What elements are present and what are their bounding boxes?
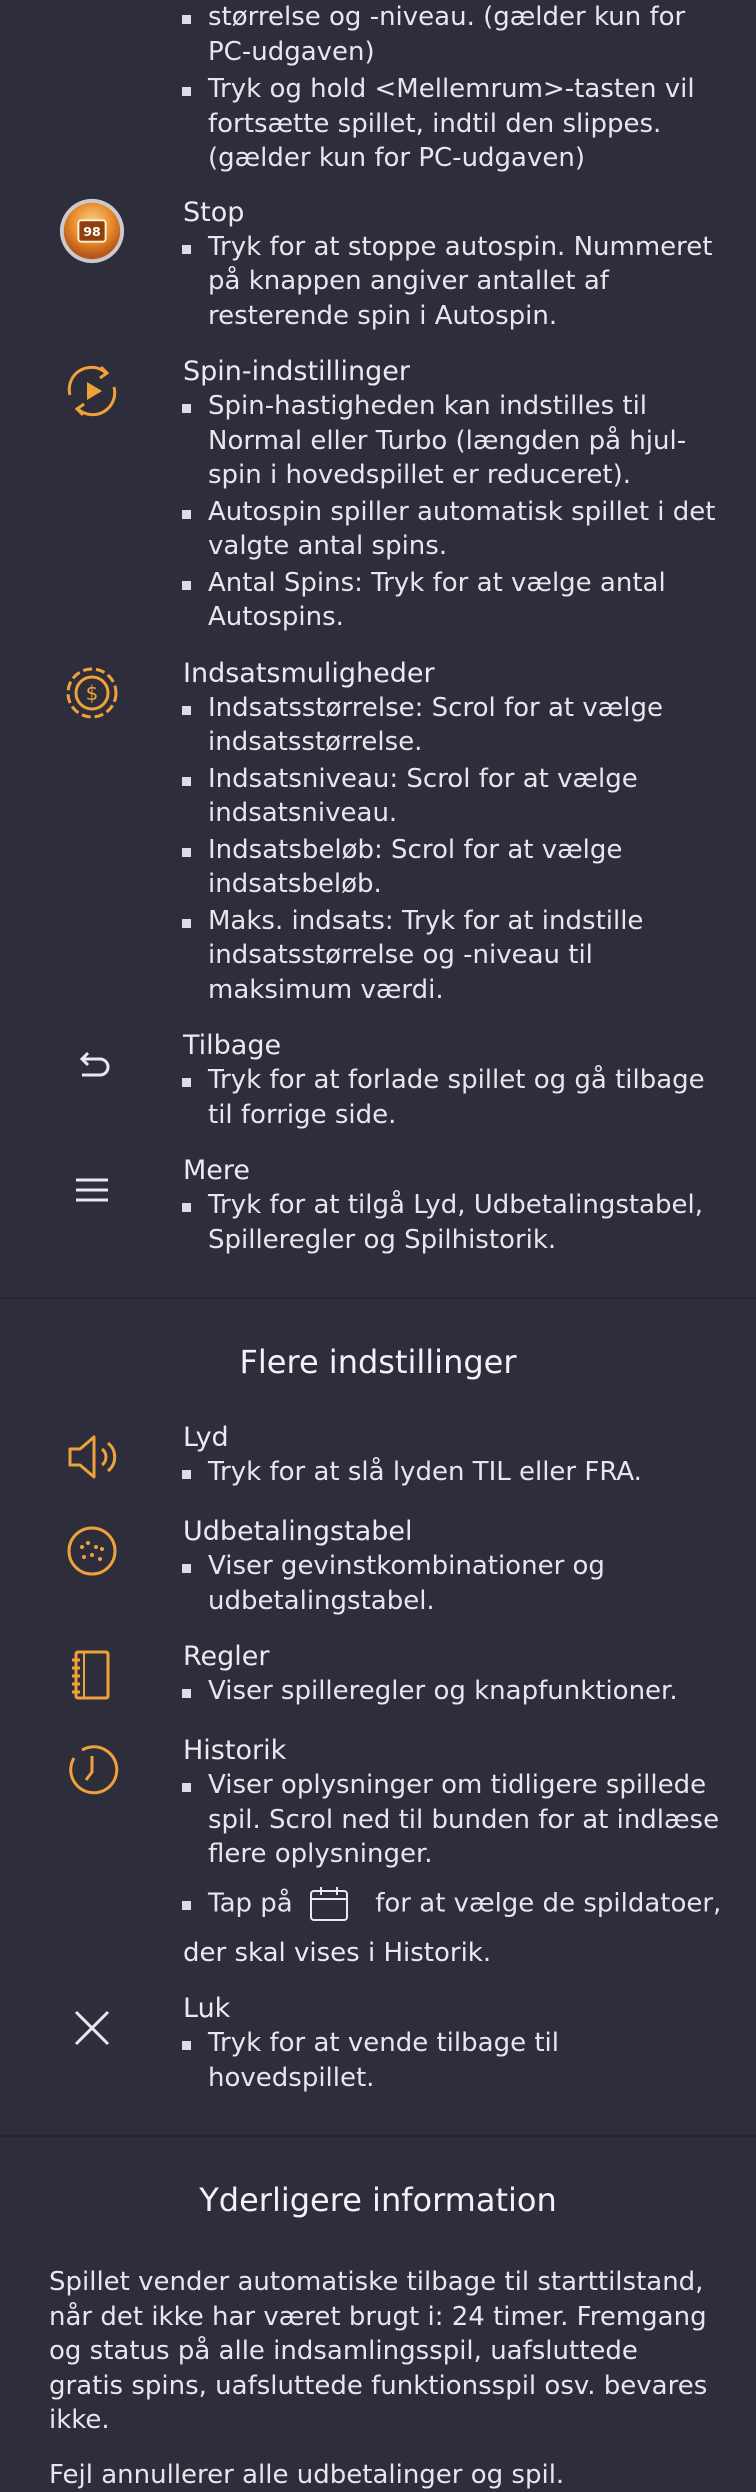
back-arrow-icon[interactable] <box>56 1029 128 1101</box>
bullet: Spin-hastigheden kan indstilles til Norm… <box>183 389 732 493</box>
bullet: Antal Spins: Tryk for at vælge antal Aut… <box>183 566 732 635</box>
item-title: Historik <box>183 1734 732 1768</box>
section-divider <box>0 1297 756 1299</box>
close-icon[interactable] <box>56 1992 128 2064</box>
item-title: Lyd <box>183 1421 732 1455</box>
tap-text-after: for at vælge de spildatoer, <box>375 1888 721 1918</box>
svg-text:$: $ <box>85 681 98 705</box>
item-title: Stop <box>183 196 732 230</box>
bullet: Indsatsniveau: Scrol for at vælge indsat… <box>183 762 732 831</box>
section-divider <box>0 2135 756 2137</box>
help-page: størrelse og -niveau. (gælder kun for PC… <box>0 0 756 2472</box>
tap-text-before: Tap på <box>208 1888 293 1918</box>
bullet: Indsatsbeløb: Scrol for at vælge indsats… <box>183 833 732 902</box>
bullet: Autospin spiller automatisk spillet i de… <box>183 495 732 564</box>
item-back: Tilbage Tryk for at forlade spillet og g… <box>0 1029 756 1132</box>
item-title: Udbetalingstabel <box>183 1515 732 1549</box>
bullet: Indsatsstørrelse: Scrol for at vælge ind… <box>183 691 732 760</box>
stop-badge-number: 98 <box>83 223 101 238</box>
item-title: Indsatsmuligheder <box>183 657 732 691</box>
item-more: Mere Tryk for at tilgå Lyd, Udbetalingst… <box>0 1154 756 1257</box>
info-paragraph: Fejl annullerer alle udbetalinger og spi… <box>49 2458 756 2492</box>
bullet: Tryk for at vende tilbage til hovedspill… <box>183 2026 732 2095</box>
paytable-icon[interactable] <box>56 1515 128 1587</box>
continued-block: størrelse og -niveau. (gælder kun for PC… <box>0 0 756 176</box>
bullet: Viser spilleregler og knapfunktioner. <box>183 1674 732 1709</box>
item-title: Spin-indstillinger <box>183 355 732 389</box>
bullet-tap-calendar: Tap på for at vælge de spildatoer, <box>183 1886 732 1922</box>
bullet: størrelse og -niveau. (gælder kun for PC… <box>183 0 732 69</box>
bullet: Tryk for at stoppe autospin. Nummeret på… <box>183 230 732 334</box>
section-title-additional-info: Yderligere information <box>0 2181 756 2219</box>
item-title: Tilbage <box>183 1029 732 1063</box>
bullet: Tryk for at forlade spillet og gå tilbag… <box>183 1063 732 1132</box>
bullet: Maks. indsats: Tryk for at indstille ind… <box>183 904 732 1008</box>
item-history: Historik Viser oplysninger om tidligere … <box>0 1734 756 1970</box>
item-bet-options: $ Indsatsmuligheder Indsatsstørrelse: Sc… <box>0 657 756 1008</box>
item-title: Regler <box>183 1640 732 1674</box>
section-title-more-settings: Flere indstillinger <box>0 1343 756 1381</box>
bullet: Tryk og hold <Mellemrum>-tasten vil fort… <box>183 72 732 176</box>
item-title: Luk <box>183 1992 732 2026</box>
bullet: Viser gevinstkombinationer og udbetaling… <box>183 1549 732 1618</box>
calendar-icon <box>309 1886 349 1922</box>
bullet: Tryk for at tilgå Lyd, Udbetalingstabel,… <box>183 1188 732 1257</box>
rules-notebook-icon[interactable] <box>56 1640 128 1712</box>
item-sound: Lyd Tryk for at slå lyden TIL eller FRA. <box>0 1421 756 1493</box>
stop-autospin-icon[interactable]: 98 <box>57 196 127 266</box>
item-paytable: Udbetalingstabel Viser gevinstkombinatio… <box>0 1515 756 1618</box>
item-title: Mere <box>183 1154 732 1188</box>
menu-icon[interactable] <box>56 1154 128 1226</box>
spin-settings-icon[interactable] <box>56 355 128 427</box>
continued-bullets: størrelse og -niveau. (gælder kun for PC… <box>183 0 732 176</box>
item-stop: 98 Stop Tryk for at stoppe autospin. Num… <box>0 196 756 334</box>
item-spin-settings: Spin-indstillinger Spin-hastigheden kan … <box>0 355 756 635</box>
tap-text-line2: der skal vises i Historik. <box>183 1936 732 1971</box>
history-clock-icon[interactable] <box>56 1734 128 1806</box>
bullet: Viser oplysninger om tidligere spillede … <box>183 1768 732 1872</box>
speaker-icon[interactable] <box>56 1421 128 1493</box>
item-rules: Regler Viser spilleregler og knapfunktio… <box>0 1640 756 1712</box>
info-paragraph: Spillet vender automatiske tilbage til s… <box>49 2265 756 2438</box>
bullet: Tryk for at slå lyden TIL eller FRA. <box>183 1455 732 1490</box>
bet-options-icon[interactable]: $ <box>56 657 128 729</box>
item-close: Luk Tryk for at vende tilbage til hoveds… <box>0 1992 756 2095</box>
